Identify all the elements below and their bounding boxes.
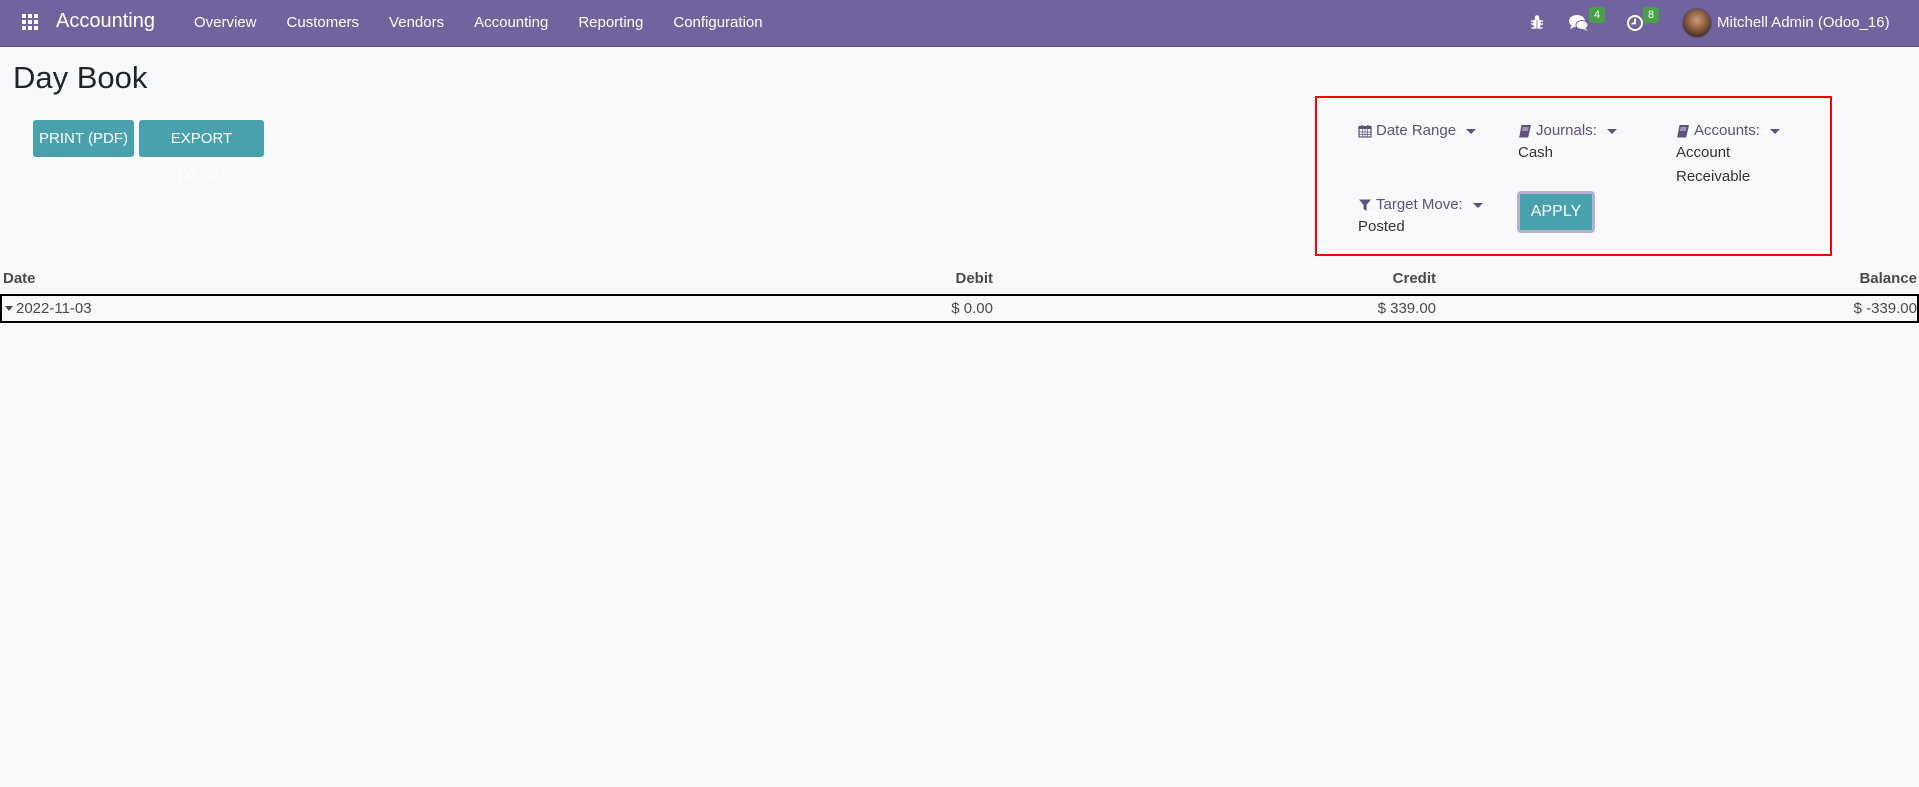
activities-count-badge: 8 <box>1643 7 1660 23</box>
calendar-icon <box>1358 124 1372 138</box>
menu-item-accounting[interactable]: Accounting <box>459 14 563 32</box>
row-credit: $ 339.00 <box>1377 300 1436 317</box>
accounts-label: Accounts: <box>1694 122 1760 139</box>
target-move-dropdown[interactable]: Target Move: <box>1358 195 1483 215</box>
book-icon <box>1518 124 1532 138</box>
export-xlsx-button[interactable]: EXPORT (XLSX) <box>139 120 264 184</box>
journals-dropdown[interactable]: Journals: <box>1518 121 1617 141</box>
day-book-table: Date Debit Credit Balance 2022-11-03 $ 0… <box>0 268 1919 323</box>
page-title: Day Book <box>13 60 148 95</box>
journals-value: Cash <box>1518 144 1554 161</box>
accounts-value-line2: Receivable <box>1676 168 1751 185</box>
chevron-down-icon <box>1606 128 1617 134</box>
accounts-filter[interactable]: Accounts: Account Receivable <box>1676 121 1780 189</box>
row-balance: $ -339.00 <box>1853 300 1917 317</box>
messages-chat-icon[interactable] <box>1568 14 1590 32</box>
menu-item-configuration[interactable]: Configuration <box>658 14 777 32</box>
main-menu: Overview Customers Vendors Accounting Re… <box>194 14 778 32</box>
app-brand[interactable]: Accounting <box>56 10 155 33</box>
column-header-debit: Debit <box>955 270 994 287</box>
target-move-value: Posted <box>1358 218 1405 235</box>
chevron-down-icon <box>1466 128 1477 134</box>
top-navbar: Accounting Overview Customers Vendors Ac… <box>0 0 1919 47</box>
debug-bug-icon[interactable] <box>1530 14 1544 30</box>
menu-item-reporting[interactable]: Reporting <box>563 14 658 32</box>
chevron-down-icon <box>1769 128 1780 134</box>
menu-item-customers[interactable]: Customers <box>272 14 375 32</box>
apply-button[interactable]: APPLY <box>1517 191 1595 233</box>
row-debit: $ 0.00 <box>951 300 993 317</box>
expand-caret-icon[interactable] <box>5 306 13 311</box>
date-range-label: Date Range <box>1376 122 1457 139</box>
journals-filter[interactable]: Journals: Cash <box>1518 121 1617 165</box>
target-move-filter[interactable]: Target Move: Posted <box>1358 195 1483 239</box>
user-menu[interactable]: Mitchell Admin (Odoo_16) <box>1717 14 1890 31</box>
menu-item-overview[interactable]: Overview <box>194 14 272 32</box>
user-avatar[interactable] <box>1682 8 1712 38</box>
filter-funnel-icon <box>1358 198 1372 212</box>
column-header-date: Date <box>3 270 36 287</box>
print-pdf-button[interactable]: PRINT (PDF) <box>33 120 134 157</box>
accounts-dropdown[interactable]: Accounts: <box>1676 121 1780 141</box>
chevron-down-icon <box>1472 202 1483 208</box>
table-row[interactable]: 2022-11-03 $ 0.00 $ 339.00 $ -339.00 <box>0 294 1919 323</box>
table-header: Date Debit Credit Balance <box>0 268 1919 294</box>
column-header-balance: Balance <box>1859 270 1917 287</box>
target-move-label: Target Move: <box>1376 196 1463 213</box>
accounts-value-line1: Account <box>1676 144 1731 161</box>
column-header-credit: Credit <box>1392 270 1436 287</box>
row-date-cell[interactable]: 2022-11-03 <box>5 300 92 317</box>
journals-label: Journals: <box>1536 122 1597 139</box>
date-range-filter[interactable]: Date Range <box>1358 121 1477 141</box>
menu-item-vendors[interactable]: Vendors <box>374 14 459 32</box>
book-icon <box>1676 124 1690 138</box>
activities-clock-icon[interactable] <box>1626 14 1644 32</box>
app-grid-icon[interactable] <box>22 14 38 30</box>
row-date: 2022-11-03 <box>16 300 92 317</box>
messages-count-badge: 4 <box>1589 7 1606 23</box>
date-range-dropdown[interactable]: Date Range <box>1358 121 1477 141</box>
